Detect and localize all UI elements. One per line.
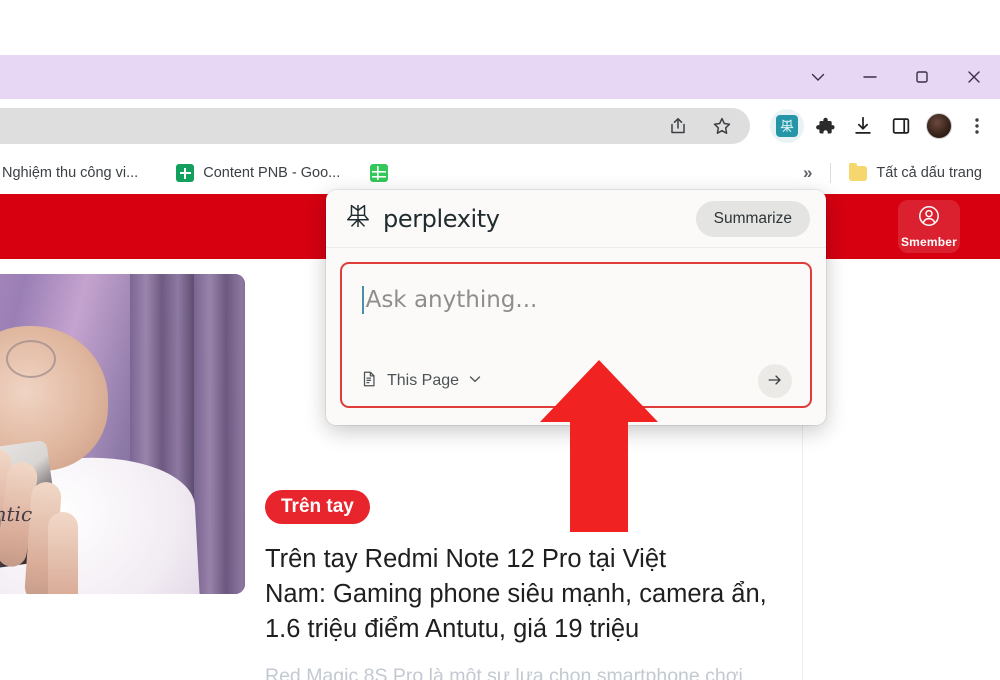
sheets-icon xyxy=(176,164,195,182)
thumbnail-glasses xyxy=(0,340,68,380)
ask-placeholder: Ask anything... xyxy=(365,287,538,313)
side-panel-icon[interactable] xyxy=(882,107,920,145)
popup-header: perplexity Summarize xyxy=(326,190,826,248)
address-bar[interactable] xyxy=(0,108,750,144)
sheets-icon xyxy=(370,164,389,182)
profile-avatar[interactable] xyxy=(920,107,958,145)
chrome-menu-icon[interactable] xyxy=(958,107,996,145)
bookmark-item[interactable]: Nghiệm thu công vi... xyxy=(0,158,148,188)
excerpt-line: Red Magic 8S Pro là một sự lựa chọn smar… xyxy=(265,665,743,680)
bookmark-label: Content PNB - Goo... xyxy=(203,165,341,181)
extensions-puzzle-icon[interactable] xyxy=(806,107,844,145)
bookmarks-overflow-area: » Tất cả dấu trang xyxy=(792,152,1000,194)
maximize-icon[interactable] xyxy=(896,55,948,99)
bookmark-label: Nghiệm thu công vi... xyxy=(2,165,139,181)
perplexity-brand: perplexity xyxy=(344,202,500,235)
share-icon[interactable] xyxy=(668,116,688,136)
perplexity-wordmark: perplexity xyxy=(383,204,500,233)
browser-toolbar xyxy=(0,99,1000,152)
user-circle-icon xyxy=(917,204,941,233)
folder-icon xyxy=(849,162,868,181)
downloads-icon[interactable] xyxy=(844,107,882,145)
headline-line: 1.6 triệu điểm Antutu, giá 19 triệu xyxy=(265,615,640,643)
thumbnail-script-text: uthentic xyxy=(0,502,33,526)
bookmark-item[interactable]: Content PNB - Goo... xyxy=(166,158,350,188)
bookmark-star-icon[interactable] xyxy=(712,116,732,136)
thumbnail-person xyxy=(0,308,202,594)
bookmarks-overflow-icon[interactable]: » xyxy=(793,163,822,183)
text-caret xyxy=(362,286,364,314)
divider xyxy=(830,163,832,183)
arrow-right-icon xyxy=(766,371,784,392)
article-badge[interactable]: Trên tay xyxy=(265,490,370,524)
perplexity-logo-icon xyxy=(344,202,372,235)
annotation-arrow-up-icon xyxy=(540,360,658,532)
window-titlebar xyxy=(0,55,1000,99)
browser-window: Nghiệm thu công vi... Content PNB - Goo.… xyxy=(0,55,1000,680)
headline-line: Trên tay Redmi Note 12 Pro tại Việt xyxy=(265,545,667,573)
page-document-icon xyxy=(360,370,378,393)
article-headline[interactable]: Trên tay Redmi Note 12 Pro tại Việt Nam:… xyxy=(265,542,805,647)
screenshot-root: Nghiệm thu công vi... Content PNB - Goo.… xyxy=(0,0,1000,680)
bookmarks-bar: Nghiệm thu công vi... Content PNB - Goo.… xyxy=(0,152,1000,194)
chevron-down-icon[interactable] xyxy=(468,372,482,391)
scope-label: This Page xyxy=(387,372,460,389)
omnibox-actions xyxy=(668,116,732,136)
close-icon[interactable] xyxy=(948,55,1000,99)
smember-label: Smember xyxy=(900,235,958,249)
all-bookmarks-button[interactable]: Tất cả dấu trang xyxy=(839,158,992,188)
window-controls xyxy=(792,55,1000,99)
toolbar-actions xyxy=(768,105,996,147)
headline-line: Nam: Gaming phone siêu mạnh, camera ẩn, xyxy=(265,580,767,608)
perplexity-extension-icon[interactable] xyxy=(768,107,806,145)
smember-account-button[interactable]: Smember xyxy=(898,200,960,253)
submit-button[interactable] xyxy=(758,364,792,398)
tab-search-chevron-down-icon[interactable] xyxy=(792,55,844,99)
article-thumbnail[interactable]: uthentic xyxy=(0,274,245,594)
all-bookmarks-label: Tất cả dấu trang xyxy=(876,165,982,181)
minimize-icon[interactable] xyxy=(844,55,896,99)
ask-input[interactable]: Ask anything... xyxy=(362,286,537,314)
bookmark-item[interactable] xyxy=(360,158,407,188)
scope-selector[interactable]: This Page xyxy=(360,370,482,393)
summarize-button[interactable]: Summarize xyxy=(695,200,810,237)
article-excerpt: Red Magic 8S Pro là một sự lựa chọn smar… xyxy=(265,662,790,680)
